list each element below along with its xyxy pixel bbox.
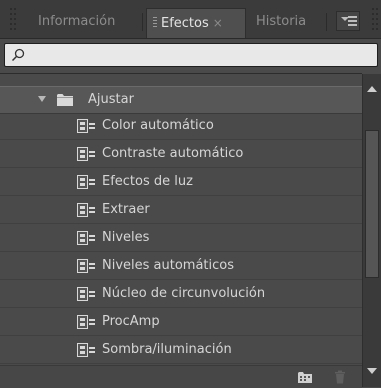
tab-label: Efectos [161,16,209,31]
close-icon[interactable]: × [213,16,223,30]
trash-icon[interactable] [334,370,346,384]
panel-menu-icon [348,16,357,26]
video-effect-icon [77,259,95,273]
tab-grip-icon [153,17,157,28]
panel-bottom-bar [0,365,362,388]
video-effect-icon [77,203,95,217]
tab-informacion[interactable]: Información [30,8,142,38]
effect-item[interactable]: Niveles automáticos [0,252,362,280]
disclosure-triangle-icon[interactable] [38,96,46,102]
effect-label: Sombra/iluminación [102,342,232,357]
video-effect-icon [77,287,95,301]
effect-label: Efectos de luz [102,174,193,189]
effect-item[interactable]: Color automático [0,112,362,140]
effect-item[interactable]: Extraer [0,196,362,224]
tab-divider [142,13,143,31]
effect-label: Niveles automáticos [102,258,235,273]
effect-item[interactable]: Efectos de luz [0,168,362,196]
effect-item[interactable]: Contraste automático [0,140,362,168]
effects-tree: Ajustar Color automático Contraste autom… [0,73,362,388]
effect-item[interactable]: Sombra/iluminación [0,336,362,364]
effect-label: Contraste automático [102,146,244,161]
video-effect-icon [77,231,95,245]
panel-grip-icon[interactable] [367,3,381,35]
effect-item[interactable]: Núcleo de circunvolución [0,280,362,308]
video-effect-icon [77,175,95,189]
video-effect-icon [77,119,95,133]
video-effect-icon [77,147,95,161]
folder-label: Ajustar [88,92,134,107]
new-bin-icon[interactable] [298,371,312,383]
effect-item[interactable]: ProcAmp [0,308,362,336]
search-icon [11,48,25,62]
panel-grip-icon[interactable] [0,3,30,35]
scroll-down-arrow-icon[interactable] [367,368,377,374]
effect-label: Color automático [102,118,214,133]
video-effect-icon [77,315,95,329]
search-input[interactable] [29,45,373,67]
effect-label: ProcAmp [102,314,160,329]
effect-item[interactable]: Niveles [0,224,362,252]
vertical-scrollbar[interactable] [362,74,381,387]
scrollbar-thumb[interactable] [365,130,379,278]
tab-label: Información [38,14,116,29]
effect-label: Núcleo de circunvolución [102,286,266,301]
folder-icon [57,94,73,106]
scroll-up-arrow-icon[interactable] [367,86,377,92]
panel-tab-bar: Información Efectos × Historia [0,0,381,39]
tab-divider [326,13,327,31]
video-effect-icon [77,343,95,357]
effect-label: Niveles [102,230,150,245]
tab-historia[interactable]: Historia [250,8,320,38]
tab-label: Historia [256,14,307,29]
effect-label: Extraer [102,202,150,217]
effects-panel: Información Efectos × Historia Ajustar C… [0,0,381,388]
panel-menu-button[interactable] [336,11,360,31]
tab-efectos[interactable]: Efectos × [146,8,246,38]
folder-ajustar[interactable]: Ajustar [0,86,362,114]
search-box[interactable] [4,43,378,67]
